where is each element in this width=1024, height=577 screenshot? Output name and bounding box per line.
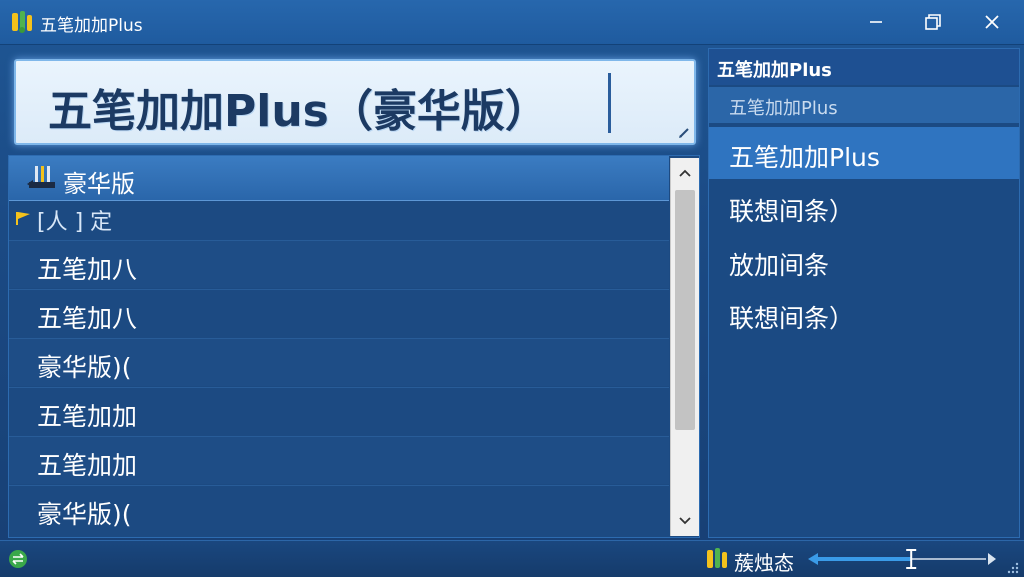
resize-grip-icon[interactable] — [1004, 561, 1020, 575]
candidate-row[interactable]: 五笔加八 — [9, 289, 669, 337]
group-row: [人 ] 定 — [9, 202, 669, 235]
ime-window: 五笔加加Plus 五笔加加Plus（豪华版） 豪华版 [人] 定 五笔加八 五… — [0, 0, 1024, 577]
text-caret — [608, 73, 611, 133]
candidate-text: 豪华版)( — [37, 500, 132, 529]
maximize-button[interactable] — [913, 6, 953, 38]
group-label: [人 ] 定 — [37, 210, 113, 235]
scroll-up-button[interactable] — [671, 158, 699, 188]
suggestion-subheader[interactable]: 五笔加加Plus — [709, 87, 1019, 123]
status-text: 蔟烛态 — [734, 551, 794, 575]
candidate-row[interactable]: 五笔加八 — [9, 240, 669, 288]
minimize-icon — [870, 21, 882, 23]
list-header[interactable]: 豪华版 — [9, 156, 669, 201]
candidate-text: 五笔加加 — [37, 451, 138, 480]
suggestion-text: 联想间条） — [729, 304, 855, 333]
candidate-row[interactable]: 豪华版)( — [9, 338, 669, 386]
candidate-group-icon — [27, 166, 55, 188]
minimize-button[interactable] — [856, 6, 896, 38]
scroll-thumb[interactable] — [675, 190, 695, 430]
scroll-down-button[interactable] — [671, 506, 699, 536]
chevron-down-icon — [679, 517, 691, 525]
suggestion-panel: 五笔加加Plus 五笔加加Plus 五笔加加Plus 联想间条） 放加间条 联想… — [708, 48, 1020, 538]
suggestion-item-selected[interactable]: 五笔加加Plus — [709, 127, 1019, 179]
chevron-up-icon — [679, 169, 691, 177]
composition-text: 五笔加加Plus（豪华版） — [48, 86, 549, 137]
candidate-text: 五笔加八 — [37, 255, 138, 284]
title-bar[interactable]: 五笔加加Plus — [0, 0, 1024, 45]
suggestion-text: 放加间条 — [729, 251, 830, 280]
level-slider[interactable] — [806, 547, 998, 571]
suggestion-item[interactable]: 放加间条 — [709, 235, 1019, 287]
candidate-row[interactable]: 豪华版)( — [9, 485, 669, 533]
maximize-icon — [925, 14, 941, 30]
window-title: 五笔加加Plus — [40, 16, 143, 36]
close-button[interactable] — [972, 6, 1012, 38]
app-logo-icon — [12, 11, 32, 33]
composition-input[interactable]: 五笔加加Plus（豪华版） — [14, 59, 696, 145]
candidate-list[interactable]: 豪华版 [人 ] 定 五笔加八 五笔加八 豪华版)( 五笔加加 五笔加加 豪华版… — [8, 155, 700, 538]
pencil-icon[interactable] — [678, 127, 690, 139]
suggestion-item[interactable]: 联想间条） — [709, 288, 1019, 340]
list-scrollbar[interactable] — [670, 158, 699, 536]
flag-icon — [16, 212, 30, 225]
status-bar: 蔟烛态 — [0, 540, 1024, 577]
app-logo-icon — [707, 548, 727, 568]
suggestion-item[interactable]: 联想间条） — [709, 181, 1019, 233]
close-icon — [985, 15, 999, 29]
candidate-text: 豪华版)( — [37, 353, 132, 382]
suggestion-text: 联想间条） — [729, 197, 855, 226]
candidate-row[interactable]: 五笔加加 — [9, 387, 669, 435]
candidate-row[interactable]: 五笔加加 — [9, 436, 669, 484]
suggestion-header-label: 五笔加加Plus — [717, 60, 832, 81]
sync-icon[interactable] — [8, 549, 28, 569]
candidate-text: 五笔加八 — [37, 304, 138, 333]
list-header-label: 豪华版 — [63, 170, 135, 198]
suggestion-text: 五笔加加Plus — [729, 143, 880, 172]
suggestion-header: 五笔加加Plus — [709, 49, 1019, 85]
slider-right-arrow-icon[interactable] — [988, 553, 996, 565]
candidate-text: 五笔加加 — [37, 402, 138, 431]
suggestion-subheader-label: 五笔加加Plus — [729, 98, 838, 119]
